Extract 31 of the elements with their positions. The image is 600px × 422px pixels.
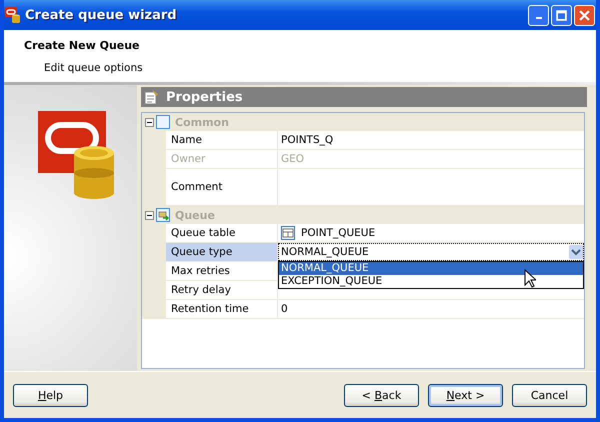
help-button[interactable]: Help (13, 384, 88, 406)
page-subtitle: Edit queue options (43, 61, 144, 74)
property-label[interactable]: Max retries (166, 262, 278, 281)
minimize-button[interactable] (528, 4, 549, 26)
cancel-button[interactable]: Cancel (512, 384, 587, 406)
maximize-icon[interactable] (556, 10, 567, 20)
property-label[interactable]: Retry delay (166, 281, 278, 300)
back-button[interactable]: < Back (344, 384, 419, 406)
collapse-toggle[interactable] (145, 210, 154, 220)
properties-title: Properties (166, 90, 243, 104)
next-button[interactable]: Next > (428, 384, 503, 406)
group-title: Queue (175, 208, 215, 222)
maximize-button[interactable] (551, 4, 572, 26)
queue-icon (156, 208, 170, 222)
table-icon (281, 226, 295, 240)
database-icon (5, 7, 21, 23)
dropdown-option[interactable]: NORMAL_QUEUE (279, 262, 583, 275)
property-label[interactable]: Name (166, 131, 278, 150)
group-title: Common (175, 116, 229, 128)
property-value[interactable]: POINT_QUEUE (301, 227, 376, 239)
property-value[interactable]: 0 (281, 303, 288, 315)
collapse-toggle[interactable] (145, 118, 154, 126)
window-icon (156, 115, 170, 129)
property-label[interactable]: Queue type (166, 243, 278, 262)
page-title: Create New Queue (23, 38, 141, 52)
dropdown-option[interactable]: EXCEPTION_QUEUE (279, 275, 583, 288)
close-icon[interactable] (579, 10, 590, 20)
window-title: Create queue wizard (25, 8, 178, 22)
close-button[interactable] (574, 4, 595, 26)
property-value[interactable]: POINTS_Q (281, 134, 334, 146)
property-label[interactable]: Retention time (166, 300, 278, 319)
